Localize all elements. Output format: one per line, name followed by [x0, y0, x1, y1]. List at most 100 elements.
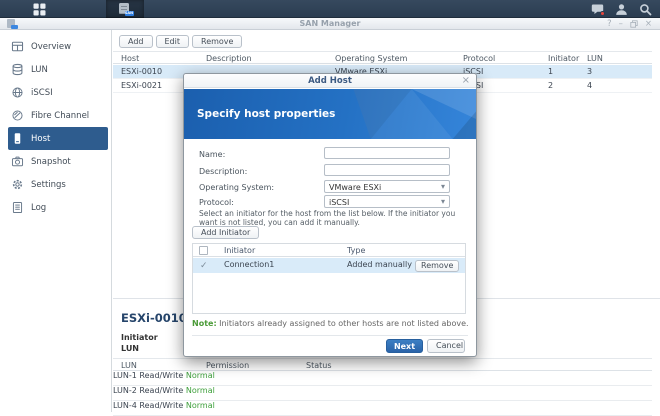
maximize-icon[interactable] [630, 20, 638, 28]
protocol-select-value: iSCSI [329, 198, 349, 207]
check-icon[interactable]: ✓ [200, 261, 208, 271]
sidebar-item-settings[interactable]: Settings [8, 173, 108, 196]
dialog-titlebar[interactable]: Add Host × [184, 74, 476, 88]
initiator-help-text: Select an initiator for the host from th… [199, 210, 467, 227]
initiator-row-connection1[interactable]: ✓ Connection1 Added manually Remove [193, 258, 465, 273]
sidebar-item-log[interactable]: Log [8, 196, 108, 219]
search-button[interactable] [639, 3, 652, 16]
sidebar-item-overview[interactable]: Overview [8, 35, 108, 58]
iscsi-icon [11, 86, 24, 99]
cell-permission: Read/Write [139, 401, 183, 410]
san-manager-app-icon: SAN [119, 3, 132, 15]
column-header-description[interactable]: Description [206, 54, 252, 63]
fibre-channel-icon [11, 109, 24, 122]
status-badge: Normal [186, 386, 215, 395]
detail-lun-label: LUN [121, 344, 139, 353]
protocol-select[interactable]: iSCSI ▾ [324, 195, 450, 208]
sidebar-label: Host [31, 134, 50, 144]
search-icon [639, 3, 652, 16]
sidebar-item-iscsi[interactable]: iSCSI [8, 81, 108, 104]
sidebar-item-lun[interactable]: LUN [8, 58, 108, 81]
column-header-lun[interactable]: LUN [587, 54, 603, 63]
initiator-table-header: Initiator Type [193, 244, 465, 257]
cell-initiator: 2 [548, 81, 553, 90]
note-body: Initiators already assigned to other hos… [217, 319, 469, 328]
notification-badge [600, 11, 605, 16]
next-button[interactable]: Next [386, 339, 423, 353]
snapshot-icon [11, 155, 24, 168]
san-badge: SAN [125, 11, 134, 17]
cancel-button[interactable]: Cancel [427, 339, 465, 353]
host-icon [11, 132, 24, 145]
taskbar: SAN [0, 0, 660, 18]
column-header-initiator[interactable]: Initiator [548, 54, 579, 63]
edit-button[interactable]: Edit [156, 35, 190, 48]
description-field[interactable] [324, 164, 450, 176]
lun-row[interactable]: LUN-2 Read/Write Normal [113, 386, 652, 401]
note-text: Note: Initiators already assigned to oth… [192, 319, 469, 328]
detail-initiator-label: Initiator [121, 333, 158, 342]
window-title: SAN Manager [0, 19, 660, 28]
sidebar-label: Log [31, 203, 46, 213]
dialog-title: Add Host [184, 76, 476, 86]
cell-permission: Read/Write [139, 386, 183, 395]
cell-initiator: 1 [548, 67, 553, 76]
note-label: Note: [192, 319, 217, 328]
taskbar-san-manager-button[interactable]: SAN [106, 0, 144, 18]
add-button[interactable]: Add [119, 35, 153, 48]
name-label: Name: [199, 150, 225, 159]
os-select[interactable]: VMware ESXi ▾ [324, 180, 450, 193]
window-titlebar: SAN Manager ? – × [0, 18, 660, 30]
cell-initiator-type: Added manually [347, 260, 412, 269]
column-header-initiator: Initiator [224, 246, 255, 255]
sidebar-item-snapshot[interactable]: Snapshot [8, 150, 108, 173]
lun-table-header: LUN Permission Status [113, 358, 652, 371]
main-menu-button[interactable] [24, 2, 54, 16]
cell-host: ESXi-0010 [121, 67, 162, 76]
remove-button[interactable]: Remove [192, 35, 242, 48]
remove-initiator-button[interactable]: Remove [415, 260, 459, 272]
host-table-header: Host Description Operating System Protoc… [113, 51, 652, 64]
screen: SAN [0, 0, 660, 412]
column-header-os[interactable]: Operating System [335, 54, 407, 63]
lun-row[interactable]: LUN-1 Read/Write Normal [113, 371, 652, 386]
sidebar-label: iSCSI [31, 88, 53, 98]
dialog-banner: Specify host properties [184, 89, 476, 139]
help-icon[interactable]: ? [607, 18, 612, 30]
initiator-table: Initiator Type ✓ Connection1 Added manua… [192, 243, 466, 314]
add-host-dialog: Add Host × Specify host properties Name:… [183, 73, 477, 357]
sidebar-label: Snapshot [31, 157, 71, 167]
notifications-button[interactable] [591, 3, 604, 16]
os-label: Operating System: [199, 183, 274, 192]
column-header-status: Status [306, 361, 332, 370]
taskbar-status-icons [591, 0, 652, 18]
add-initiator-button[interactable]: Add Initiator [192, 226, 259, 239]
lun-row[interactable]: LUN-4 Read/Write Normal [113, 401, 652, 416]
settings-icon [11, 178, 24, 191]
cell-lun-name: LUN-1 [113, 371, 137, 380]
detail-host-title: ESXi-0010 [121, 311, 187, 325]
sidebar-label: Fibre Channel [31, 111, 89, 121]
cell-lun-name: LUN-4 [113, 401, 137, 410]
protocol-label: Protocol: [199, 198, 234, 207]
chevron-down-icon: ▾ [441, 182, 445, 191]
column-header-type: Type [347, 246, 365, 255]
name-field[interactable] [324, 147, 450, 159]
footer-separator [192, 335, 468, 336]
column-header-host[interactable]: Host [121, 54, 139, 63]
host-toolbar: Add Edit Remove [119, 35, 242, 48]
chevron-down-icon: ▾ [441, 197, 445, 206]
close-icon[interactable]: × [645, 18, 652, 30]
close-icon[interactable]: × [462, 75, 470, 86]
select-all-checkbox[interactable] [199, 246, 208, 255]
column-header-protocol[interactable]: Protocol [463, 54, 495, 63]
minimize-icon[interactable]: – [619, 18, 623, 30]
sidebar-label: Settings [31, 180, 66, 190]
main-menu-icon [33, 3, 46, 16]
user-menu-button[interactable] [615, 3, 628, 16]
sidebar-item-host[interactable]: Host [8, 127, 108, 150]
sidebar-label: Overview [31, 42, 71, 52]
cell-lun: 3 [587, 67, 592, 76]
lun-table-body: LUN-1 Read/Write Normal LUN-2 Read/Write… [113, 371, 652, 416]
sidebar-item-fibre-channel[interactable]: Fibre Channel [8, 104, 108, 127]
